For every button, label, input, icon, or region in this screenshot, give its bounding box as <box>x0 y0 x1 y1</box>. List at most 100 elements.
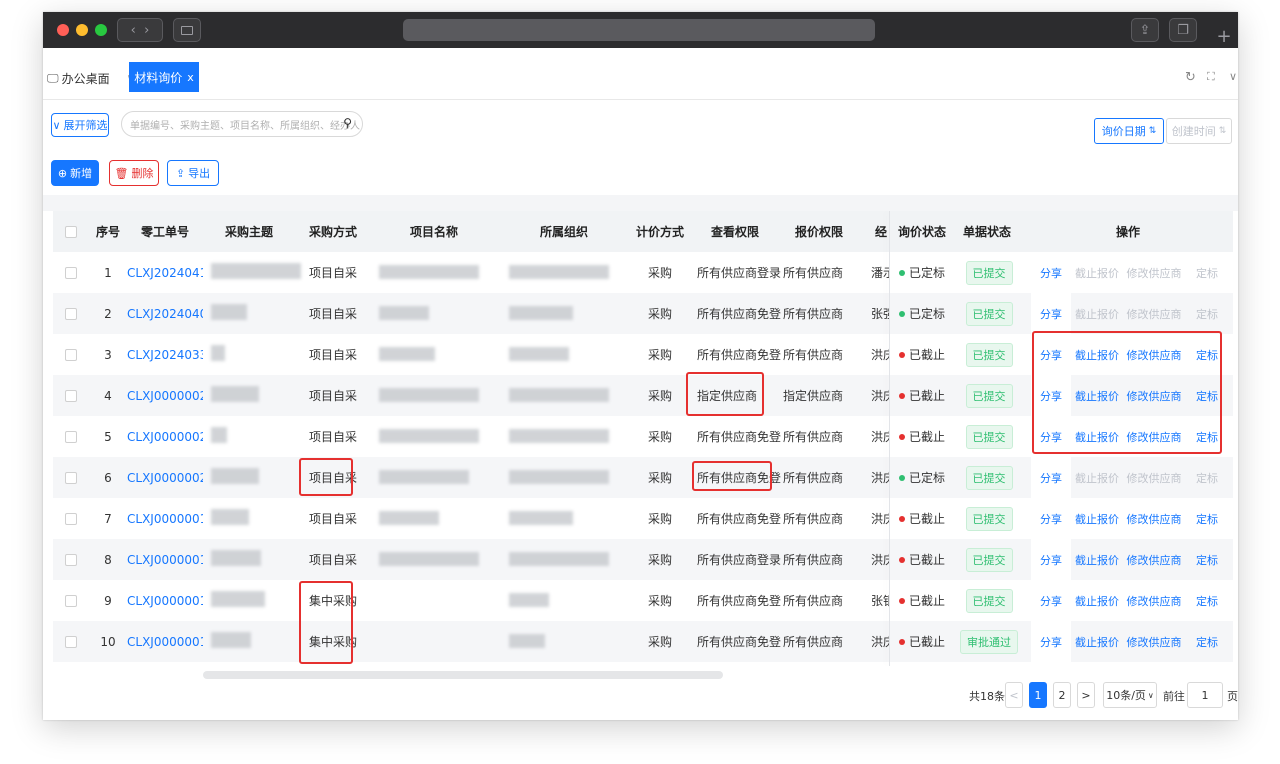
row-checkbox[interactable] <box>65 594 77 607</box>
order-id-link[interactable]: CLXJ00000019 <box>127 498 203 539</box>
row-checkbox-cell[interactable] <box>65 539 85 580</box>
row-checkbox-cell[interactable] <box>65 621 85 662</box>
row-checkbox-cell[interactable] <box>65 334 85 375</box>
table-row[interactable]: 10CLXJ00000012集中采购采购所有供应商免登...所有供应商洪庆已截止… <box>53 621 1233 662</box>
award-button[interactable]: 定标 <box>1189 580 1225 621</box>
award-button[interactable]: 定标 <box>1189 621 1225 662</box>
share-button[interactable]: 分享 <box>1031 498 1071 539</box>
col-header[interactable]: 零工单号 <box>127 211 203 252</box>
stop-quote-button[interactable]: 截止报价 <box>1075 498 1119 539</box>
next-page-button[interactable]: > <box>1077 682 1095 708</box>
created-time-sort-button[interactable]: 创建时间 ⇅ <box>1166 118 1232 144</box>
share-button[interactable]: 分享 <box>1031 457 1071 498</box>
row-checkbox[interactable] <box>65 635 77 648</box>
row-checkbox-cell[interactable] <box>65 457 85 498</box>
col-header[interactable]: 查看权限 <box>693 211 777 252</box>
table-row[interactable]: 1 CLXJ2024041... 项目自采 采购 所有供应商登录...所有供应商 潘示 已定… <box>53 252 1233 293</box>
col-header[interactable]: 报价权限 <box>781 211 857 252</box>
minimize-window-button[interactable] <box>76 24 88 36</box>
close-window-button[interactable] <box>57 24 69 36</box>
inquiry-date-sort-button[interactable]: 询价日期 ⇅ <box>1094 118 1164 144</box>
col-header[interactable]: 单据状态 <box>955 211 1019 252</box>
stop-quote-button[interactable]: 截止报价 <box>1075 621 1119 662</box>
row-checkbox[interactable] <box>65 553 77 566</box>
col-header[interactable]: 序号 <box>93 211 123 252</box>
share-button[interactable]: ⇪ <box>1131 18 1159 42</box>
chevron-right-icon[interactable]: ∨ <box>1229 70 1237 83</box>
table-row[interactable]: 9CLXJ00000017集中采购采购所有供应商免登...所有供应商张银已截止已… <box>53 580 1233 621</box>
share-button[interactable]: 分享 <box>1031 539 1071 580</box>
order-id-link[interactable]: CLXJ2024040... <box>127 293 203 334</box>
row-checkbox-cell[interactable] <box>65 375 85 416</box>
zoom-window-button[interactable] <box>95 24 107 36</box>
share-button[interactable]: 分享 <box>1031 252 1071 293</box>
order-id-link[interactable]: CLXJ00000018 <box>127 539 203 580</box>
search-input[interactable]: 单据编号、采购主题、项目名称、所属组织、经办人 ⚲ <box>121 111 363 137</box>
order-id-link[interactable]: CLXJ00000021 <box>127 416 203 457</box>
new-tab-button[interactable]: + <box>1211 24 1237 48</box>
order-id-link[interactable]: CLXJ00000012 <box>127 621 203 662</box>
row-checkbox-cell[interactable] <box>65 252 85 293</box>
col-header[interactable]: 采购主题 <box>203 211 295 252</box>
award-button[interactable]: 定标 <box>1189 498 1225 539</box>
order-id-link[interactable]: CLXJ2024033... <box>127 334 203 375</box>
edit-supplier-button[interactable]: 修改供应商 <box>1123 498 1185 539</box>
refresh-icon[interactable]: ↻ <box>1185 70 1196 85</box>
add-button[interactable]: ⊕ 新增 <box>51 160 99 186</box>
col-header[interactable]: 计价方式 <box>631 211 689 252</box>
forward-icon[interactable]: › <box>144 23 149 38</box>
table-row[interactable]: 2 CLXJ2024040... 项目自采 采购 所有供应商免登...所有供应商 张强 已定… <box>53 293 1233 334</box>
row-checkbox-cell[interactable] <box>65 498 85 539</box>
edit-supplier-button[interactable]: 修改供应商 <box>1123 621 1185 662</box>
order-id-link[interactable]: CLXJ00000017 <box>127 580 203 621</box>
row-checkbox-cell[interactable] <box>65 416 85 457</box>
row-checkbox[interactable] <box>65 430 77 443</box>
header-checkbox[interactable] <box>65 211 85 252</box>
page-2-button[interactable]: 2 <box>1053 682 1071 708</box>
row-checkbox[interactable] <box>65 266 77 279</box>
col-header[interactable]: 所属组织 <box>501 211 627 252</box>
address-bar[interactable] <box>403 19 875 41</box>
search-icon[interactable]: ⚲ <box>343 116 352 130</box>
prev-page-button[interactable]: < <box>1005 682 1023 708</box>
stop-quote-button[interactable]: 截止报价 <box>1075 539 1119 580</box>
row-checkbox[interactable] <box>65 471 77 484</box>
col-header[interactable]: 项目名称 <box>371 211 497 252</box>
col-header[interactable]: 采购方式 <box>299 211 367 252</box>
order-id-link[interactable]: CLXJ00000022 <box>127 375 203 416</box>
close-tab-icon[interactable]: x <box>187 71 194 84</box>
edit-supplier-button[interactable]: 修改供应商 <box>1123 539 1185 580</box>
sidebar-toggle-button[interactable] <box>173 18 201 42</box>
col-header[interactable]: 询价状态 <box>891 211 953 252</box>
back-forward-buttons[interactable]: ‹ › <box>117 18 163 42</box>
page-1-button[interactable]: 1 <box>1029 682 1047 708</box>
row-checkbox[interactable] <box>65 389 77 402</box>
row-checkbox[interactable] <box>65 307 77 320</box>
share-button[interactable]: 分享 <box>1031 293 1071 334</box>
delete-button[interactable]: 🗑 删除 <box>109 160 159 186</box>
tab-home[interactable]: 🖵 办公桌面 ∨ <box>47 70 134 87</box>
row-checkbox-cell[interactable] <box>65 580 85 621</box>
goto-page-input[interactable]: 1 <box>1187 682 1223 708</box>
edit-supplier-button[interactable]: 修改供应商 <box>1123 580 1185 621</box>
export-button[interactable]: ⇪ 导出 <box>167 160 219 186</box>
col-header[interactable]: 操作 <box>1023 211 1233 252</box>
table-row[interactable]: 6CLXJ00000020项目自采采购所有供应商免登...所有供应商洪庆已定标已… <box>53 457 1233 498</box>
stop-quote-button[interactable]: 截止报价 <box>1075 580 1119 621</box>
row-checkbox[interactable] <box>65 348 77 361</box>
order-id-link[interactable]: CLXJ2024041... <box>127 252 203 293</box>
share-button[interactable]: 分享 <box>1031 621 1071 662</box>
horizontal-scrollbar[interactable] <box>203 671 723 679</box>
row-checkbox-cell[interactable] <box>65 293 85 334</box>
back-icon[interactable]: ‹ <box>131 23 136 38</box>
tabs-overview-button[interactable]: ❐ <box>1169 18 1197 42</box>
order-id-link[interactable]: CLXJ00000020 <box>127 457 203 498</box>
page-size-select[interactable]: 10条/页 ∨ <box>1103 682 1157 708</box>
award-button[interactable]: 定标 <box>1189 539 1225 580</box>
col-header[interactable]: 经 <box>873 211 887 252</box>
tab-material-inquiry[interactable]: 材料询价 x <box>129 62 199 92</box>
select-all-checkbox[interactable] <box>65 225 77 238</box>
row-checkbox[interactable] <box>65 512 77 525</box>
share-button[interactable]: 分享 <box>1031 580 1071 621</box>
table-row[interactable]: 8 CLXJ00000018 项目自采 采购 所有供应商登录...所有供应商 洪庆 已截止 已… <box>53 539 1233 580</box>
